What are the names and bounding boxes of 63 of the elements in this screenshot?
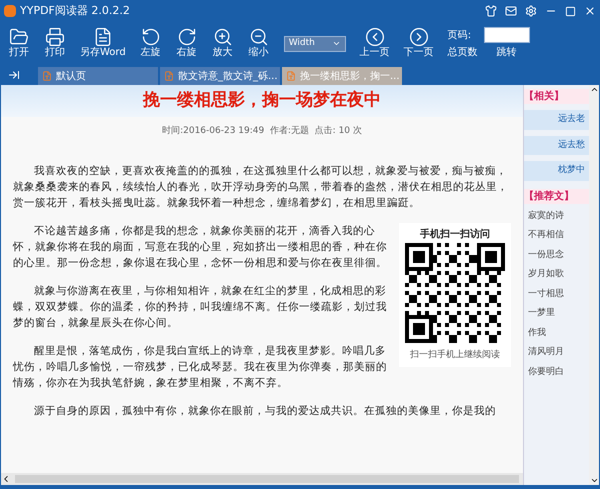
sidebar-link[interactable]: 岁月如歌 — [524, 268, 589, 282]
article-paragraph: 我喜欢夜的空缺，更喜欢夜掩盖的的孤独，在这孤独里什么都可以想，就象爱与被爱，痴与被痴，就象桑桑袭来的春风，续续怡人的春光，吹开浮动身旁的乌黑，带着春的盎然，潜伏在相思的花丛里，赏一簇花开，看枝头摇曳吐蕊。就象我怀着一种想念，缠绵着梦幻，在相思里蹁跹。 — [13, 164, 509, 210]
toolbar-button[interactable]: 缩小 — [244, 27, 274, 60]
toolbar-button[interactable]: 下一页 — [400, 27, 438, 60]
sidebar-heading: 【相关】 — [524, 89, 589, 104]
qr-caption: 扫一扫手机上继续阅读 — [410, 348, 500, 362]
sidebar-link[interactable]: 远去愁 — [524, 136, 589, 155]
app-logo-icon — [4, 5, 16, 17]
toolbar-button[interactable]: 放大 — [208, 27, 238, 60]
sidebar-heading: 【推荐文】 — [524, 188, 589, 204]
sidebar-link[interactable]: 远去老 — [524, 110, 589, 130]
toolbar-button[interactable]: 右旋 — [172, 27, 202, 60]
dropdown-caret-icon — [332, 39, 341, 48]
total-pages-label: 总页数 — [448, 46, 478, 60]
sidebar-link[interactable]: 不再相信 — [524, 229, 589, 242]
sidebar-link[interactable]: 一份思念 — [524, 248, 589, 262]
sidebar-toggle-icon[interactable] — [8, 69, 20, 81]
sidebar-link[interactable]: 清风明月 — [524, 346, 589, 360]
zoom-in-icon — [212, 27, 233, 48]
horizontal-scrollbar[interactable] — [1, 473, 523, 485]
printer-icon — [45, 27, 65, 48]
jump-button[interactable]: 跳转 — [496, 45, 517, 60]
qr-title: 手机扫一扫访问 — [420, 227, 490, 242]
article-paragraph: 就象与你游离在夜里，与你相知相许，就象在红尘的梦里，化成相思的彩蝶，双双梦蝶。你的温柔，你的矜持，叫我缠绵不离。任你一缕疏影，划过我梦的窗台，就象星辰头在你心间。 — [13, 284, 388, 330]
sidebar-link[interactable]: 作我 — [524, 326, 589, 340]
window-title: YYPDF阅读器 2.0.2.2 — [20, 2, 130, 19]
tab[interactable]: 散文诗意_散文诗_砾... — [160, 67, 280, 85]
article-meta: 时间:2016-06-23 19:49 作者:无题 点击: 10 次 — [161, 125, 363, 138]
mail-icon[interactable] — [505, 5, 517, 17]
folder-icon — [9, 27, 29, 48]
settings-icon[interactable] — [525, 5, 537, 17]
rotate-left-icon — [140, 27, 161, 48]
sidebar-link[interactable]: 一寸相思 — [524, 288, 589, 301]
zoom-select[interactable]: Width — [284, 36, 346, 52]
rotate-right-icon — [176, 27, 197, 48]
toolbar-button[interactable]: 另存Word — [76, 27, 130, 60]
document-icon — [92, 27, 113, 48]
article-title: 挽一缕相思影，掬一场梦在夜中 — [143, 89, 381, 112]
zoom-out-icon — [248, 27, 269, 48]
scroll-down-icon[interactable] — [590, 476, 598, 485]
page-icon — [164, 71, 174, 81]
article-paragraph: 醒里是恨，落笔成伤，你是我白宣纸上的诗章，是我夜里梦影。吟唱几多忧伤，吟唱几多愉悦，一帘残梦，已化成琴瑟。我在夜里为你弹奏，那美丽的情殇，你亦在为我执笔舒婉，象在梦里相聚，不离不弃。 — [13, 344, 388, 390]
tab[interactable]: 默认页 — [38, 67, 158, 85]
page-icon — [42, 71, 52, 81]
article-paragraph: 源于自身的原因，孤独中有你，就象你在眼前，与我的爱达成共识。在孤独的美像里，你是我的 — [33, 404, 497, 418]
page-input-field[interactable] — [484, 27, 530, 43]
page-label: 页码: — [448, 28, 472, 42]
toolbar-button[interactable]: 打开 — [4, 27, 34, 60]
next-icon — [408, 27, 429, 48]
maximize-icon[interactable] — [565, 6, 576, 16]
article-paragraph: 不论越苦越多痛，你都是我的想念，就象你美丽的花开，滴香入我的心怀，就象你将在我的扇面，写意在我的心里，宛如挤出一缕相思的香，种在你的心里。那一份念想，象你退在我心里，念怀一份相思和爱与你在夜里徘徊。 — [13, 224, 388, 270]
scroll-up-icon[interactable] — [590, 85, 598, 94]
sidebar-link[interactable]: 寂寞的诗 — [524, 210, 589, 223]
previous-icon — [364, 27, 385, 48]
close-icon[interactable] — [584, 5, 596, 17]
toolbar-button[interactable]: 上一页 — [356, 27, 394, 60]
sidebar-link[interactable]: 枕梦中 — [524, 161, 589, 180]
sidebar-link[interactable]: 你要明白 — [524, 366, 589, 379]
toolbar-button[interactable]: 打印 — [40, 27, 70, 60]
toolbar-button[interactable]: 左旋 — [136, 27, 166, 60]
sidebar-link[interactable]: 一梦里 — [524, 307, 589, 320]
qr-code-icon — [405, 242, 505, 342]
page-icon — [286, 71, 296, 81]
